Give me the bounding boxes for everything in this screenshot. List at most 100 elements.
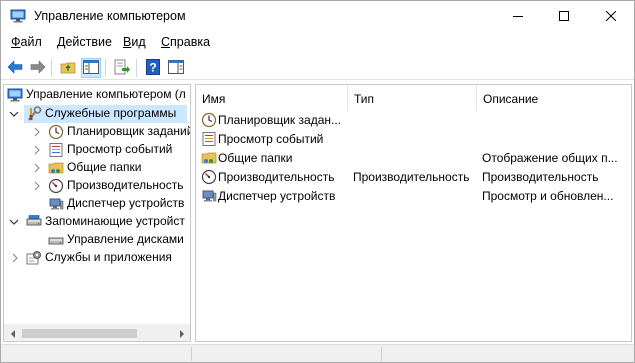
up-folder-icon bbox=[60, 59, 76, 78]
list-item-name: Производительность bbox=[218, 170, 335, 184]
toolbar-separator bbox=[136, 59, 137, 77]
close-icon bbox=[605, 10, 617, 24]
tree-item-label: Просмотр событий bbox=[67, 142, 173, 156]
list-item[interactable]: Просмотр событий bbox=[196, 130, 631, 149]
status-bar bbox=[1, 344, 634, 362]
tree-item-root[interactable]: Управление компьютером (л bbox=[4, 86, 190, 104]
forward-arrow-icon bbox=[30, 59, 46, 77]
shared-folder-icon bbox=[48, 160, 64, 176]
list-item-name: Общие папки bbox=[218, 151, 293, 165]
export-list-button[interactable] bbox=[112, 58, 132, 78]
storage-icon bbox=[26, 214, 42, 230]
up-level-button[interactable] bbox=[58, 58, 78, 78]
toolbar-separator bbox=[105, 59, 106, 77]
menu-bar: Файл Действие Вид Справка bbox=[1, 32, 634, 53]
tree-item-shared-folders[interactable]: Общие папки bbox=[4, 159, 190, 177]
status-separator bbox=[191, 347, 192, 361]
export-list-icon bbox=[114, 59, 130, 78]
services-icon bbox=[26, 250, 42, 266]
tree-item-label: Службы и приложения bbox=[45, 250, 172, 264]
back-button[interactable] bbox=[5, 58, 25, 78]
list-item[interactable]: Планировщик задан... bbox=[196, 111, 631, 130]
tree-item-label: Запоминающие устройст bbox=[45, 214, 185, 228]
tree-item-performance[interactable]: Производительность bbox=[4, 177, 190, 195]
computer-management-icon bbox=[10, 9, 26, 23]
window: Управление компьютером Файл Действие Вид… bbox=[0, 0, 635, 363]
menu-action[interactable]: Действие bbox=[57, 35, 112, 49]
tree-item-label: Диспетчер устройств bbox=[67, 196, 185, 210]
tree-item-label: Производительность bbox=[67, 178, 184, 192]
tree-item-device-manager[interactable]: Диспетчер устройств bbox=[4, 195, 190, 213]
tools-icon bbox=[26, 106, 42, 122]
toolbar-separator bbox=[51, 59, 52, 77]
tree-item-label: Планировщик заданий bbox=[67, 124, 191, 138]
computer-management-icon bbox=[7, 87, 23, 103]
list-item[interactable]: Производительность Производительность Пр… bbox=[196, 168, 631, 187]
chevron-right-icon[interactable] bbox=[32, 159, 42, 177]
toolbar: ? bbox=[1, 55, 634, 80]
menu-help[interactable]: Справка bbox=[161, 35, 210, 49]
console-tree[interactable]: Управление компьютером (л Служебные прог… bbox=[3, 84, 191, 342]
column-header-type[interactable]: Тип bbox=[348, 85, 477, 111]
minimize-button[interactable] bbox=[495, 1, 541, 32]
tree-item-event-viewer[interactable]: Просмотр событий bbox=[4, 141, 190, 159]
column-header-name[interactable]: Имя bbox=[196, 85, 348, 111]
list-item-name: Просмотр событий bbox=[218, 132, 324, 146]
column-header-description[interactable]: Описание bbox=[477, 85, 631, 111]
tree-item-label: Управление дисками bbox=[67, 232, 184, 246]
event-viewer-icon bbox=[48, 142, 64, 158]
list-item-description: Просмотр и обновлен... bbox=[482, 189, 614, 203]
list-item-name: Диспетчер устройств bbox=[218, 189, 336, 203]
scroll-right-arrow-icon[interactable] bbox=[173, 325, 190, 341]
tree-item-label: Служебные программы bbox=[45, 106, 177, 120]
chevron-down-icon[interactable] bbox=[9, 213, 19, 231]
close-button[interactable] bbox=[588, 1, 634, 32]
tree-item-services-applications[interactable]: Службы и приложения bbox=[4, 249, 190, 267]
details-list[interactable]: Имя Тип Описание Планировщик задан... Пр… bbox=[195, 84, 632, 342]
chevron-right-icon[interactable] bbox=[32, 123, 42, 141]
chevron-right-icon[interactable] bbox=[10, 249, 20, 267]
maximize-button[interactable] bbox=[541, 1, 587, 32]
scroll-left-arrow-icon[interactable] bbox=[4, 325, 21, 341]
scrollbar-thumb[interactable] bbox=[22, 329, 137, 338]
chevron-right-icon[interactable] bbox=[32, 177, 42, 195]
tree-item-label: Общие папки bbox=[67, 160, 142, 174]
disk-icon bbox=[48, 232, 64, 248]
properties-pane-button[interactable] bbox=[166, 58, 186, 78]
tree-item-label: Управление компьютером (л bbox=[26, 87, 186, 101]
tree-item-storage[interactable]: Запоминающие устройст bbox=[4, 213, 190, 231]
show-hide-tree-icon bbox=[83, 59, 99, 77]
device-manager-icon bbox=[48, 196, 64, 212]
help-icon: ? bbox=[146, 58, 160, 78]
window-title: Управление компьютером bbox=[34, 9, 186, 23]
menu-file[interactable]: Файл bbox=[11, 35, 42, 49]
properties-pane-icon bbox=[168, 59, 184, 77]
device-manager-icon bbox=[201, 188, 217, 204]
chevron-down-icon[interactable] bbox=[9, 105, 19, 123]
forward-button[interactable] bbox=[28, 58, 48, 78]
list-item-name: Планировщик задан... bbox=[218, 113, 341, 127]
help-button[interactable]: ? bbox=[143, 58, 163, 78]
list-item[interactable]: Диспетчер устройств Просмотр и обновлен.… bbox=[196, 187, 631, 206]
list-item-description: Отображение общих п... bbox=[482, 151, 618, 165]
tree-item-system-tools[interactable]: Служебные программы bbox=[4, 105, 190, 123]
list-item-type: Производительность bbox=[353, 170, 470, 184]
tree-horizontal-scrollbar[interactable] bbox=[4, 324, 190, 341]
show-hide-console-tree-button[interactable] bbox=[81, 58, 101, 78]
list-item-description: Производительность bbox=[482, 170, 599, 184]
maximize-icon bbox=[559, 10, 569, 24]
tree-item-disk-management[interactable]: Управление дисками bbox=[4, 231, 190, 249]
performance-icon bbox=[48, 178, 64, 194]
title-bar[interactable]: Управление компьютером bbox=[1, 1, 634, 32]
tree-item-task-scheduler[interactable]: Планировщик заданий bbox=[4, 123, 190, 141]
event-viewer-icon bbox=[201, 131, 217, 147]
svg-text:?: ? bbox=[149, 60, 156, 74]
list-item[interactable]: Общие папки Отображение общих п... bbox=[196, 149, 631, 168]
minimize-icon bbox=[513, 10, 523, 24]
chevron-right-icon[interactable] bbox=[32, 141, 42, 159]
clock-icon bbox=[48, 124, 64, 140]
performance-icon bbox=[201, 169, 217, 185]
menu-view[interactable]: Вид bbox=[123, 35, 146, 49]
back-arrow-icon bbox=[7, 59, 23, 77]
shared-folder-icon bbox=[201, 150, 217, 166]
